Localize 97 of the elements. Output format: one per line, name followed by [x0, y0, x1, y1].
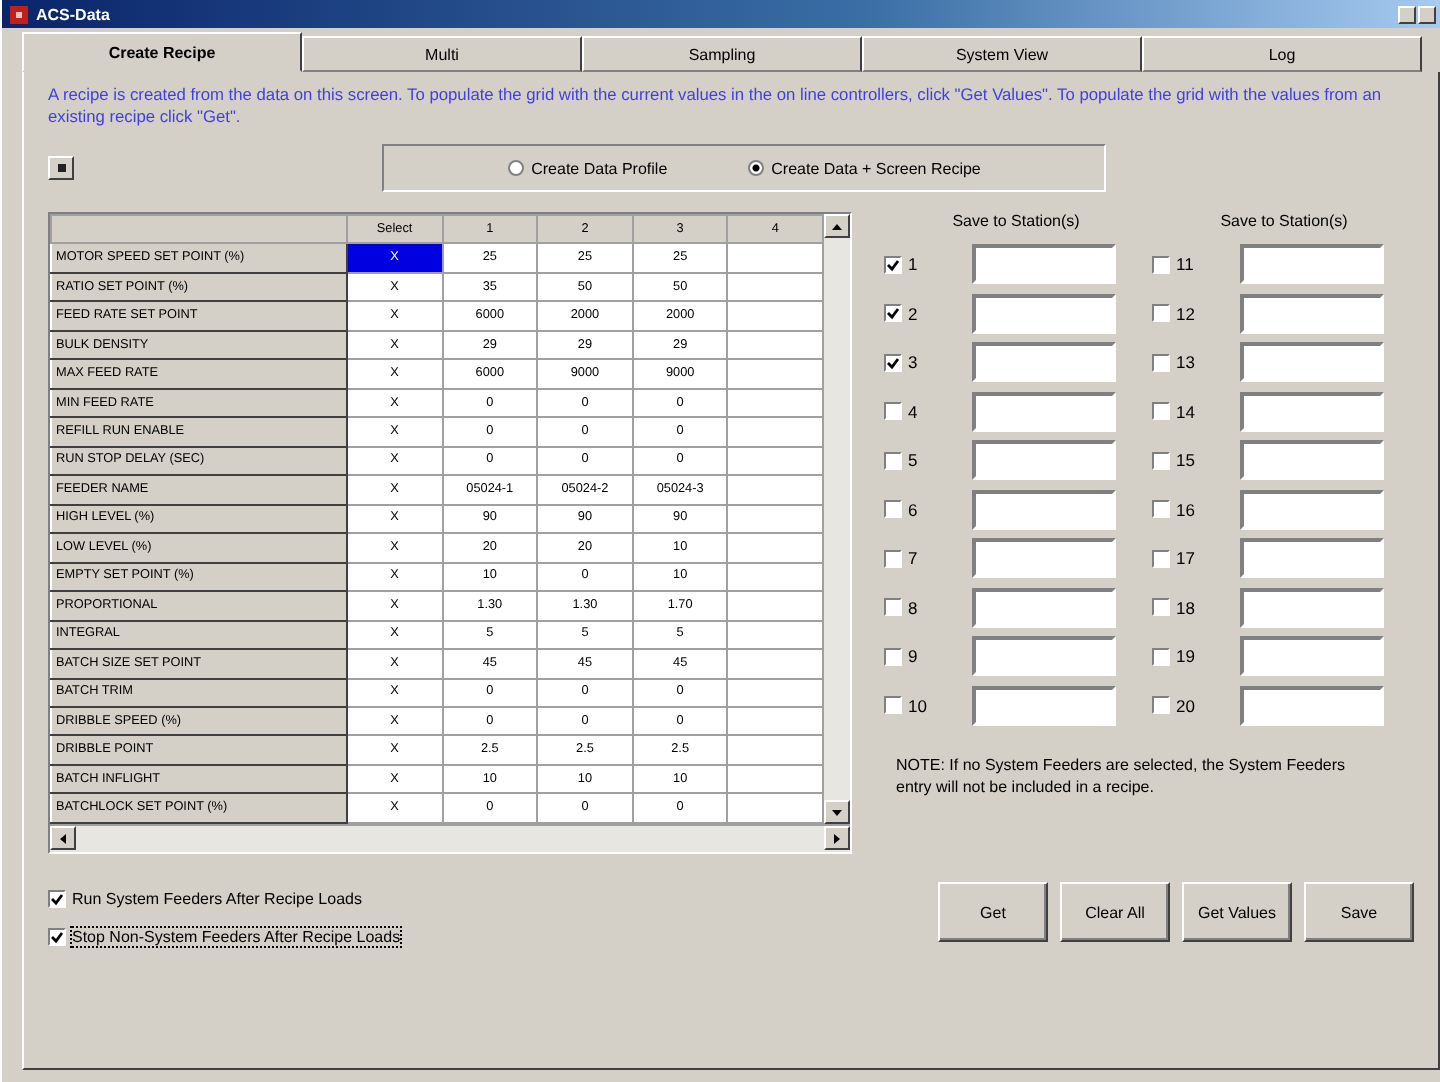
expand-button[interactable] [48, 156, 74, 180]
input-field[interactable] [972, 293, 1116, 334]
checkbox[interactable] [884, 549, 902, 568]
column-heading: Save to Station(s) [1218, 212, 1350, 234]
checkbox[interactable] [884, 353, 902, 372]
checkbox[interactable] [884, 500, 902, 519]
action-button[interactable]: Clear All [1060, 882, 1170, 942]
check-icon [50, 930, 64, 944]
input-field[interactable] [1240, 587, 1384, 628]
input-field[interactable] [972, 587, 1116, 628]
horizontal-scrollbar[interactable] [50, 824, 850, 852]
checkbox-label[interactable]: 8 [908, 597, 918, 618]
checkbox-label[interactable]: 1 [908, 254, 918, 275]
checkbox[interactable] [1152, 402, 1170, 421]
input-field[interactable] [1240, 293, 1384, 334]
input-field[interactable] [1240, 538, 1384, 579]
checkbox-label[interactable]: 14 [1176, 401, 1195, 422]
up-arrow-icon [832, 223, 842, 229]
check-icon [886, 257, 900, 272]
checkbox[interactable] [1152, 353, 1170, 372]
vertical-scrollbar[interactable] [824, 214, 850, 824]
checkbox[interactable] [884, 647, 902, 666]
input-field[interactable] [972, 538, 1116, 579]
input-field[interactable] [972, 244, 1116, 285]
checkbox[interactable] [1152, 598, 1170, 617]
checkbox[interactable] [1152, 451, 1170, 470]
checkbox-label[interactable]: 7 [908, 548, 918, 569]
input-field[interactable] [1240, 685, 1384, 726]
note-text: NOTE: If no System Feeders are selected, the System Feeders entry will not be included in a recipe. [896, 754, 1348, 798]
checkbox-label[interactable]: 6 [908, 499, 918, 520]
checkbox-label[interactable]: 5 [908, 450, 918, 471]
check-icon [886, 306, 900, 321]
input-field[interactable] [1240, 244, 1384, 285]
input-field[interactable] [972, 440, 1116, 481]
checkbox-label[interactable]: 11 [1176, 254, 1194, 275]
minimize-button[interactable] [1398, 5, 1416, 23]
input-field[interactable] [972, 636, 1116, 677]
tab[interactable]: Log [1142, 36, 1422, 72]
checkbox-label[interactable]: 12 [1176, 303, 1195, 324]
checkbox-label[interactable]: Run System Feeders After Recipe Loads [72, 890, 362, 908]
checkbox[interactable] [884, 696, 902, 715]
input-field[interactable] [1240, 440, 1384, 481]
checkbox[interactable] [1152, 696, 1170, 715]
checkbox-label[interactable]: 3 [908, 352, 918, 373]
checkbox-label[interactable]: 9 [908, 646, 918, 667]
radio-label[interactable]: Create Data Profile [531, 159, 668, 177]
right-arrow-icon [834, 833, 840, 843]
checkbox[interactable] [884, 304, 902, 323]
column-heading: Save to Station(s) [950, 212, 1082, 234]
checkbox[interactable] [884, 402, 902, 421]
checkbox[interactable] [1152, 255, 1170, 274]
checkbox-label[interactable]: 13 [1176, 352, 1195, 373]
input-field[interactable] [972, 391, 1116, 432]
action-button[interactable]: Get Values [1182, 882, 1292, 942]
checkbox[interactable] [1152, 304, 1170, 323]
input-field[interactable] [1240, 342, 1384, 383]
input-field[interactable] [972, 685, 1116, 726]
checkbox-label[interactable]: 15 [1176, 450, 1195, 471]
checkbox[interactable] [1152, 647, 1170, 666]
input-field[interactable] [972, 342, 1116, 383]
checkbox[interactable] [1152, 549, 1170, 568]
checkbox-label[interactable]: 17 [1176, 548, 1195, 569]
checkbox[interactable] [1152, 500, 1170, 519]
input-field[interactable] [1240, 489, 1384, 530]
down-arrow-icon [832, 809, 842, 815]
input-field[interactable] [1240, 391, 1384, 432]
checkbox-label[interactable]: 18 [1176, 597, 1195, 618]
checkbox[interactable] [884, 598, 902, 617]
app-icon [10, 5, 28, 23]
checkbox[interactable] [884, 255, 902, 274]
tab[interactable]: Sampling [582, 36, 862, 72]
checkbox-label[interactable]: 20 [1176, 695, 1195, 716]
checkbox-label[interactable]: 2 [908, 303, 918, 324]
tab[interactable]: System View [862, 36, 1142, 72]
check-icon [886, 355, 900, 370]
window-title: ACS-Data [36, 5, 112, 23]
left-arrow-icon [60, 833, 66, 843]
checkbox-label[interactable]: 4 [908, 401, 918, 422]
checkbox[interactable] [48, 928, 66, 946]
checkbox-label[interactable]: 19 [1176, 646, 1195, 667]
checkbox-label[interactable]: 16 [1176, 499, 1195, 520]
input-field[interactable] [972, 489, 1116, 530]
check-icon [50, 892, 64, 906]
checkbox-label[interactable]: 10 [908, 695, 927, 716]
checkbox[interactable] [48, 890, 66, 908]
radio-label[interactable]: Create Data + Screen Recipe [771, 159, 981, 177]
action-button[interactable]: Get [938, 882, 1048, 942]
checkbox[interactable] [884, 451, 902, 470]
radio-button[interactable] [747, 160, 764, 176]
input-field[interactable] [1240, 636, 1384, 677]
tab[interactable]: Create Recipe [22, 32, 302, 72]
checkbox-label[interactable]: Stop Non-System Feeders After Recipe Loads [72, 928, 401, 946]
instructions-text: A recipe is created from the data on this screen. To populate the grid with the current values in the on line controllers, click "Get Values". To populate the grid with the values from an existing recipe click "Get". [48, 84, 1384, 128]
tab[interactable]: Multi [302, 36, 582, 72]
action-button[interactable]: Save [1304, 882, 1414, 942]
radio-button[interactable] [507, 160, 524, 176]
maximize-button[interactable] [1418, 5, 1436, 23]
